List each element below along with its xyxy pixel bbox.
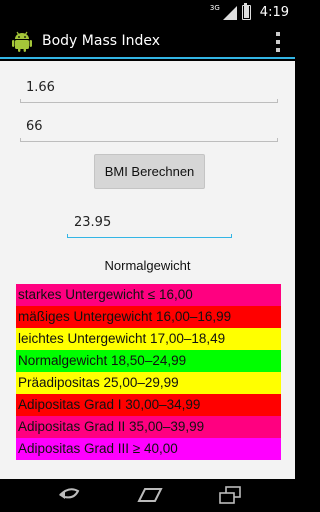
calculate-bmi-button[interactable]: BMI Berechnen: [94, 154, 205, 189]
height-input[interactable]: 1.66: [20, 77, 278, 103]
bmi-category-text: Normalgewicht: [104, 258, 191, 273]
action-bar: Body Mass Index: [0, 25, 295, 59]
recent-apps-icon[interactable]: [218, 485, 242, 505]
bmi-table-row: Adipositas Grad II 35,00–39,99: [16, 416, 281, 438]
main-content: 1.66 66 BMI Berechnen 23.95 Normalgewich…: [0, 61, 295, 479]
network-type-label: 3G: [209, 4, 220, 12]
bmi-table-row: Präadipositas 25,00–29,99: [16, 372, 281, 394]
bmi-table-row: leichtes Untergewicht 17,00–18,49: [16, 328, 281, 350]
battery-icon: [241, 3, 251, 20]
bmi-table-row: starkes Untergewicht ≤ 16,00: [16, 284, 281, 306]
status-clock: 4:19: [259, 5, 289, 20]
bmi-result-field[interactable]: 23.95: [67, 212, 232, 238]
back-icon[interactable]: [57, 485, 81, 505]
weight-input[interactable]: 66: [20, 116, 278, 142]
android-icon: [12, 31, 32, 52]
navigation-bar: [0, 479, 295, 512]
bmi-table-row: Adipositas Grad I 30,00–34,99: [16, 394, 281, 416]
weight-value: 66: [26, 119, 43, 134]
bmi-table-row: Normalgewicht 18,50–24,99: [16, 350, 281, 372]
bmi-table-row: Adipositas Grad III ≥ 40,00: [16, 438, 281, 460]
bmi-result-value: 23.95: [74, 215, 112, 230]
app-title: Body Mass Index: [42, 33, 161, 49]
bmi-table: starkes Untergewicht ≤ 16,00 mäßiges Unte…: [16, 284, 281, 460]
bmi-table-row: mäßiges Untergewicht 16,00–16,99: [16, 306, 281, 328]
overflow-menu-icon[interactable]: [275, 32, 281, 52]
status-bar: 3G 4:19: [0, 0, 295, 25]
home-icon[interactable]: [137, 485, 163, 505]
signal-icon: [222, 5, 237, 20]
height-value: 1.66: [26, 80, 55, 95]
status-icons: 3G 4:19: [210, 3, 289, 22]
